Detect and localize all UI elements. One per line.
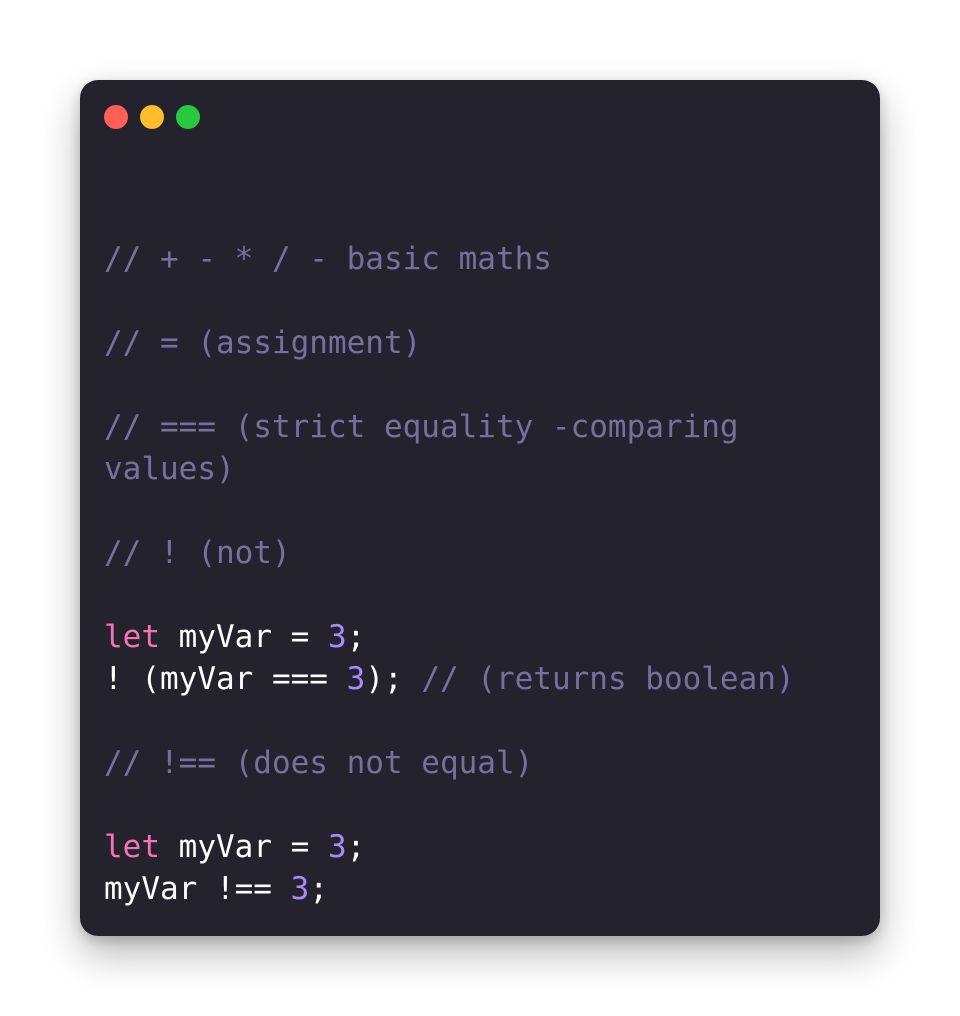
code-token-plain: ; xyxy=(309,871,328,907)
code-token-number: 3 xyxy=(327,619,347,655)
code-token-plain: myVar = xyxy=(160,619,328,655)
code-token-comment: // === (strict equality -comparing xyxy=(104,409,739,445)
code-line: values) xyxy=(104,448,844,490)
code-line: let myVar = 3; xyxy=(104,616,844,658)
minimize-button-icon[interactable] xyxy=(140,105,164,129)
code-token-comment: // (returns boolean) xyxy=(421,661,795,697)
code-token-keyword: let xyxy=(104,829,160,865)
code-window: // + - * / - basic maths // = (assignment… xyxy=(80,80,880,936)
code-token-plain: ; xyxy=(346,619,366,655)
code-line: // = (assignment) xyxy=(104,322,844,364)
code-line: // ! (not) xyxy=(104,532,844,574)
code-token-plain: ! (myVar === xyxy=(104,661,347,697)
code-line: // !== (does not equal) xyxy=(104,742,844,784)
code-token-plain: myVar !== xyxy=(104,871,291,907)
code-token-comment: // + - * / - basic maths xyxy=(104,241,552,277)
code-line: ! (myVar === 3); // (returns boolean) xyxy=(104,658,844,700)
code-line: // + - * / - basic maths xyxy=(104,238,844,280)
window-titlebar xyxy=(80,80,880,152)
code-line: myVar !== 3; xyxy=(104,868,844,910)
code-line: let myVar = 3; xyxy=(104,826,844,868)
code-token-number: 3 xyxy=(346,661,366,697)
code-token-plain: ); xyxy=(365,661,422,697)
code-token-plain: ; xyxy=(346,829,366,865)
close-button-icon[interactable] xyxy=(104,105,128,129)
code-line: // === (strict equality -comparing xyxy=(104,406,844,448)
zoom-button-icon[interactable] xyxy=(176,105,200,129)
code-token-plain: myVar = xyxy=(160,829,328,865)
code-token-keyword: let xyxy=(104,619,160,655)
code-token-comment: // = (assignment) xyxy=(104,325,422,361)
code-token-comment: // ! (not) xyxy=(104,535,291,571)
code-block: // + - * / - basic maths // = (assignment… xyxy=(104,238,844,910)
code-token-comment: values) xyxy=(104,451,235,487)
code-token-number: 3 xyxy=(290,871,310,907)
code-token-number: 3 xyxy=(327,829,347,865)
code-token-comment: // !== (does not equal) xyxy=(104,745,534,781)
